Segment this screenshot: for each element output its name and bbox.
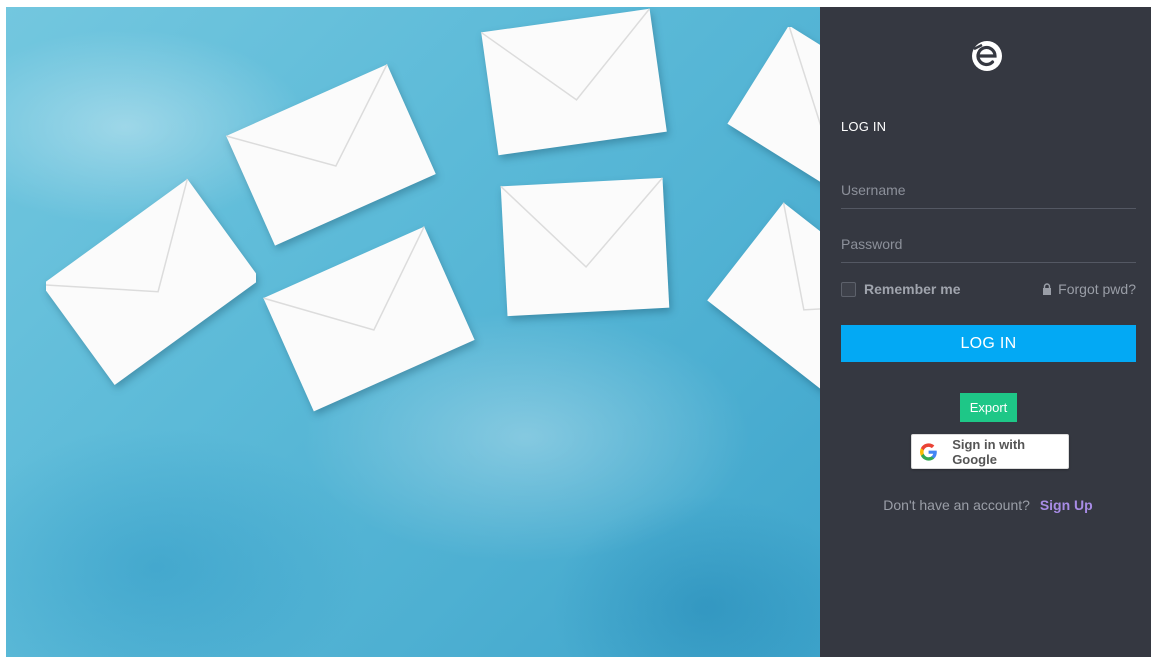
- envelope-icon: [480, 8, 667, 156]
- envelope-icon: [263, 226, 475, 412]
- envelope-icon: [500, 177, 670, 317]
- signup-prompt: Don't have an account?: [883, 497, 1030, 513]
- lock-icon: [1043, 283, 1052, 295]
- forgot-password-link[interactable]: Forgot pwd?: [1042, 281, 1136, 297]
- remember-me-label: Remember me: [864, 281, 961, 297]
- export-button[interactable]: Export: [960, 393, 1017, 422]
- envelope-icon: [707, 202, 820, 402]
- forgot-password-label: Forgot pwd?: [1058, 281, 1136, 297]
- remember-me-checkbox[interactable]: [841, 281, 856, 297]
- google-g-icon: [920, 442, 937, 461]
- google-signin-label: Sign in with Google: [952, 436, 1026, 467]
- signup-row: Don't have an account? Sign Up: [820, 497, 1151, 513]
- google-signin-button[interactable]: Sign in with Google: [911, 434, 1069, 469]
- hero-image: [6, 7, 820, 657]
- envelope-icon: [46, 178, 256, 386]
- brand-e-logo-icon: [972, 41, 1002, 71]
- login-button[interactable]: LOG IN: [841, 325, 1136, 362]
- remember-me-option[interactable]: Remember me: [841, 281, 961, 297]
- signup-link[interactable]: Sign Up: [1040, 497, 1093, 513]
- password-input[interactable]: [841, 226, 1136, 263]
- login-section-title: LOG IN: [841, 119, 887, 134]
- login-panel: LOG IN Remember me Forgot pwd? LOG IN Ex…: [820, 7, 1151, 657]
- username-input[interactable]: [841, 172, 1136, 209]
- envelope-icon: [727, 27, 820, 207]
